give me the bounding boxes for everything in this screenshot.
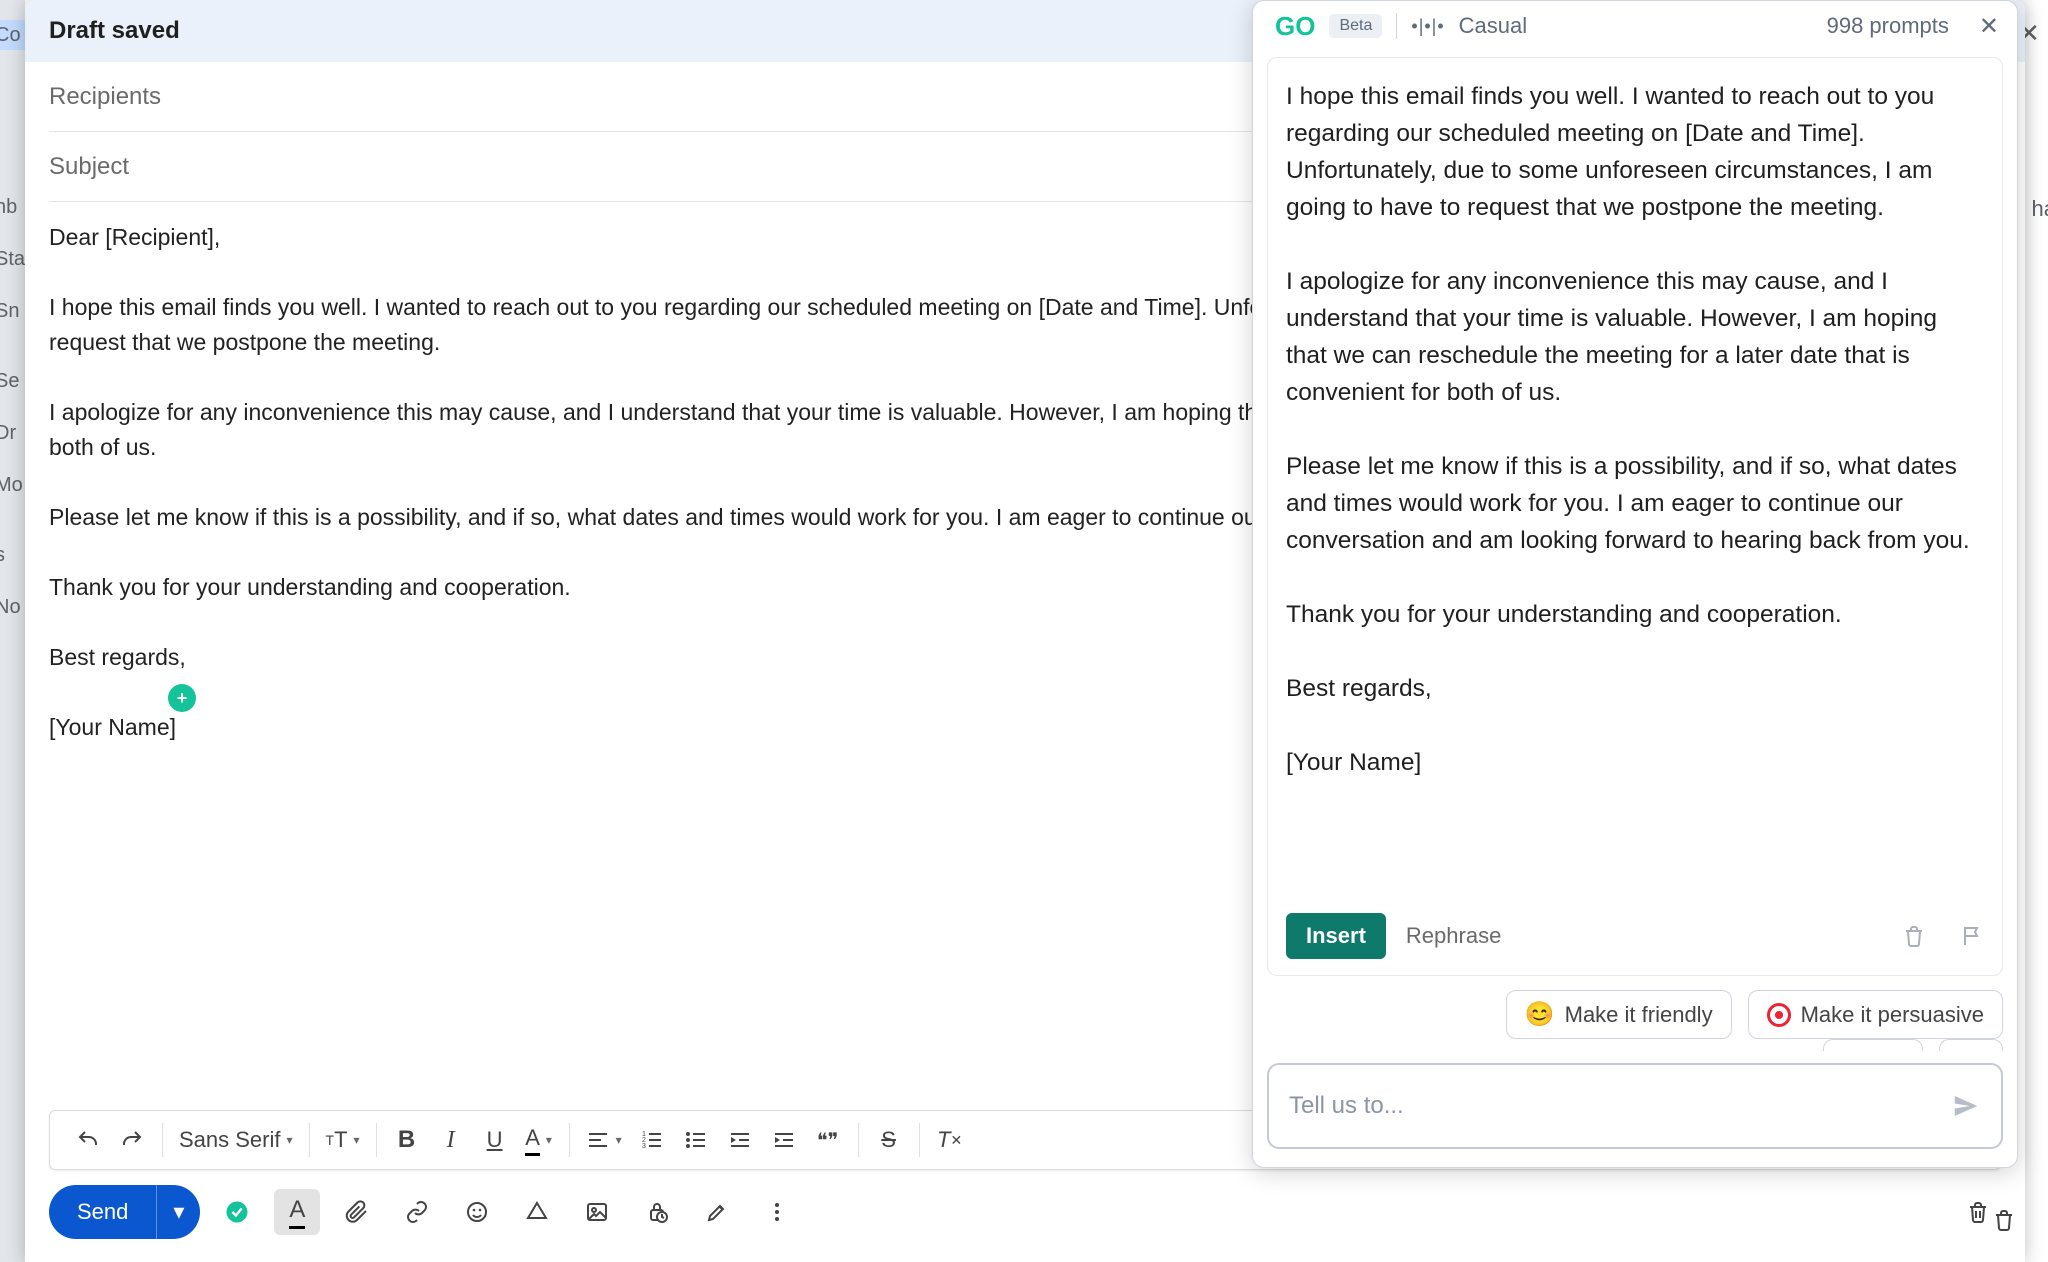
send-label: Send [77, 1199, 128, 1225]
go-logo: GO [1275, 11, 1315, 42]
sidebar-item-partial: Sn [0, 300, 19, 323]
outer-trash-icon[interactable] [1992, 1208, 2016, 1232]
strikethrough-icon[interactable]: S [869, 1120, 909, 1160]
sidebar-item-partial: Sta [0, 248, 25, 271]
rephrase-button[interactable]: Rephrase [1406, 923, 1501, 949]
caret-down-icon: ▾ [287, 1133, 293, 1147]
chip-make-friendly[interactable]: 😊 Make it friendly [1506, 990, 1732, 1039]
go-paragraph: I hope this email finds you well. I want… [1286, 78, 1984, 226]
go-paragraph: Please let me know if this is a possibil… [1286, 448, 1984, 559]
caret-down-icon: ▾ [354, 1133, 360, 1147]
close-panel-icon[interactable]: ✕ [1979, 12, 1999, 41]
text-color-dropdown[interactable]: A ▾ [519, 1120, 559, 1160]
attach-file-icon[interactable] [334, 1189, 380, 1235]
go-prompt-input[interactable] [1289, 1092, 1937, 1120]
grammarly-badge-icon[interactable]: + [168, 684, 196, 712]
caret-down-icon: ▾ [546, 1133, 552, 1147]
quote-icon[interactable]: ❝❞ [808, 1120, 848, 1160]
font-size-dropdown[interactable]: TT ▾ [320, 1120, 366, 1160]
sidebar-item-partial: nb [0, 196, 17, 219]
insert-signature-icon[interactable] [694, 1189, 740, 1235]
chip-label: Make it friendly [1565, 1002, 1713, 1028]
send-button-group: Send ▾ [49, 1185, 200, 1239]
compose-action-bar: Send ▾ A [49, 1182, 2001, 1242]
go-paragraph: [Your Name] [1286, 744, 1984, 781]
align-dropdown[interactable]: ▾ [580, 1120, 628, 1160]
insert-photo-icon[interactable] [574, 1189, 620, 1235]
suggestion-chips: 😊 Make it friendly Make it persuasive [1253, 976, 2017, 1039]
tone-label[interactable]: Casual [1459, 13, 1527, 39]
go-header: GO Beta •|•|• Casual 998 prompts ✕ [1253, 1, 2017, 51]
go-suggestion-text: I hope this email finds you well. I want… [1286, 78, 1984, 905]
indent-less-icon[interactable] [720, 1120, 760, 1160]
go-paragraph: Thank you for your understanding and coo… [1286, 596, 1984, 633]
sidebar-item-partial: Mo [0, 474, 23, 497]
caret-down-icon: ▾ [616, 1133, 622, 1147]
numbered-list-icon[interactable]: 123 [632, 1120, 672, 1160]
undo-icon[interactable] [68, 1120, 108, 1160]
go-actions-row: Insert Rephrase [1286, 905, 1984, 959]
font-family-label: Sans Serif [179, 1127, 281, 1153]
italic-button[interactable]: I [431, 1120, 471, 1160]
bold-button[interactable]: B [387, 1120, 427, 1160]
redo-icon[interactable] [112, 1120, 152, 1160]
flag-suggestion-icon[interactable] [1960, 924, 1984, 948]
smile-emoji-icon: 😊 [1525, 1000, 1555, 1029]
sidebar-item-partial: Co [0, 24, 21, 47]
underline-button[interactable]: U [475, 1120, 515, 1160]
go-paragraph: Best regards, [1286, 670, 1984, 707]
target-icon [1767, 1003, 1791, 1027]
svg-text:3: 3 [642, 1143, 646, 1150]
insert-emoji-icon[interactable] [454, 1189, 500, 1235]
send-prompt-icon[interactable] [1951, 1091, 1981, 1121]
insert-button[interactable]: Insert [1286, 913, 1386, 959]
toggle-format-bar-icon[interactable]: A [274, 1189, 320, 1235]
bulleted-list-icon[interactable] [676, 1120, 716, 1160]
sidebar-item-partial: s [0, 544, 5, 567]
sidebar-item-partial: Se [0, 370, 19, 393]
go-suggestion-card: I hope this email finds you well. I want… [1267, 57, 2003, 976]
chip-label: Make it persuasive [1801, 1002, 1984, 1028]
delete-suggestion-icon[interactable] [1902, 924, 1926, 948]
chip-peek[interactable] [1939, 1039, 2003, 1051]
mail-sidebar-partial: Co nb Sta Sn Se Dr Mo s No [0, 0, 25, 1262]
tone-settings-icon[interactable]: •|•|• [1411, 16, 1444, 37]
go-prompt-input-wrap[interactable] [1267, 1063, 2003, 1149]
more-options-icon[interactable] [754, 1189, 800, 1235]
chip-make-persuasive[interactable]: Make it persuasive [1748, 990, 2003, 1039]
compose-title: Draft saved [49, 17, 180, 45]
more-chips-peek [1253, 1039, 2017, 1051]
send-options-dropdown[interactable]: ▾ [156, 1185, 200, 1239]
sidebar-item-partial: No [0, 596, 21, 619]
partial-text: ha [2032, 196, 2048, 222]
prompts-remaining: 998 prompts [1827, 13, 1949, 39]
insert-drive-icon[interactable] [514, 1189, 560, 1235]
clear-formatting-icon[interactable]: T✕ [930, 1120, 970, 1160]
go-paragraph: I apologize for any inconvenience this m… [1286, 263, 1984, 411]
indent-more-icon[interactable] [764, 1120, 804, 1160]
send-button[interactable]: Send [49, 1185, 156, 1239]
font-family-dropdown[interactable]: Sans Serif ▾ [173, 1120, 299, 1160]
chip-peek[interactable] [1823, 1039, 1923, 1051]
insert-link-icon[interactable] [394, 1189, 440, 1235]
grammarly-check-icon[interactable] [214, 1189, 260, 1235]
beta-badge: Beta [1329, 14, 1382, 38]
confidential-mode-icon[interactable] [634, 1189, 680, 1235]
go-assistant-panel: GO Beta •|•|• Casual 998 prompts ✕ I hop… [1252, 0, 2018, 1168]
sidebar-item-partial: Dr [0, 422, 16, 445]
